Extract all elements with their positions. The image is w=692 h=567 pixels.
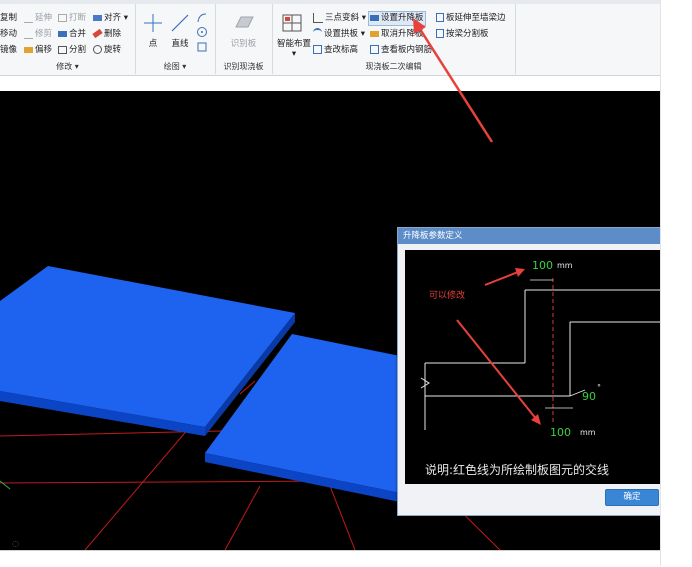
offset-icon <box>24 46 33 53</box>
grid-line <box>329 485 356 550</box>
identify-group-label: 识别现浇板 <box>223 62 264 71</box>
rebar-icon <box>370 45 379 54</box>
circle-icon[interactable] <box>196 26 208 38</box>
elevation-icon <box>313 45 322 54</box>
align-button[interactable]: 对齐 ▾ <box>93 12 128 25</box>
draw-group-label[interactable]: 绘图 ▾ <box>135 61 215 72</box>
parameter-diagram-drawing <box>420 268 668 430</box>
cancel-raise-icon <box>370 30 379 37</box>
annotation-arrowhead <box>515 268 525 277</box>
ok-button[interactable]: 确定 <box>605 489 659 506</box>
modify-group-label[interactable]: 修改 ▾ <box>0 61 135 72</box>
modify-group: 复制 延伸 打断 对齐 ▾ 移动 修剪 合并 删除 镜像 偏移 分割 旋转 修改… <box>0 4 136 74</box>
extend-slab-icon <box>436 13 444 22</box>
set-arch-slab-button[interactable]: 设置拱板 ▾ <box>313 28 365 41</box>
rotate-button[interactable]: 旋转 <box>93 44 121 57</box>
identify-slab-icon <box>235 16 254 28</box>
top-offset-value: 100 <box>532 259 553 272</box>
grid-line <box>84 420 196 550</box>
point-button[interactable]: 点 <box>143 37 163 49</box>
draw-group: 点 直线 绘图 ▾ <box>135 4 216 74</box>
status-bar <box>0 550 660 567</box>
eraser-icon <box>92 28 103 39</box>
split-slab-icon <box>436 29 444 38</box>
cancel-raised-lowered-slab-button[interactable]: 取消升降板 <box>370 28 424 41</box>
line-button[interactable]: 直线 <box>167 37 193 49</box>
slope-icon <box>313 12 323 23</box>
viewcube-glyph: ◌ <box>12 539 19 548</box>
slab-parameter-dialog: 升降板参数定义 100 mm 可以修改 90 ° 100 mm 说明:红色线为所… <box>397 227 669 516</box>
extend-icon <box>24 13 33 23</box>
arch-icon <box>313 28 322 39</box>
top-offset-unit: mm <box>557 261 573 270</box>
mirror-button[interactable]: 镜像 <box>0 44 17 57</box>
dialog-title: 升降板参数定义 <box>398 228 668 244</box>
angle-value: 90 <box>582 390 596 403</box>
extend-slab-to-wall-beam-button[interactable]: 板延伸至墙梁边 <box>436 12 506 25</box>
identify-group: 识别板 识别现浇板 <box>215 4 273 74</box>
delete-button[interactable]: 删除 <box>92 28 121 41</box>
merge-icon <box>58 30 67 37</box>
offset-button[interactable]: 偏移 <box>24 44 52 57</box>
angle-unit: ° <box>597 383 601 392</box>
split-icon <box>58 45 67 54</box>
trim-icon <box>24 29 33 39</box>
dialog-description: 说明:红色线为所绘制板图元的交线 <box>425 463 610 477</box>
break-button[interactable]: 打断 <box>58 12 86 25</box>
bottom-offset-unit: mm <box>580 428 596 437</box>
rectangle-icon[interactable] <box>196 41 208 53</box>
smart-layout-icon <box>282 14 302 32</box>
bottom-offset-value: 100 <box>550 426 571 439</box>
merge-button[interactable]: 合并 <box>58 28 86 41</box>
editable-annotation: 可以修改 <box>429 291 466 301</box>
split-slab-by-beam-button[interactable]: 按梁分割板 <box>436 28 489 41</box>
view-slab-rebar-button[interactable]: 查看板内钢筋 <box>370 44 432 57</box>
extend-button[interactable]: 延伸 <box>24 12 52 25</box>
right-margin <box>660 0 692 566</box>
ribbon: 复制 延伸 打断 对齐 ▾ 移动 修剪 合并 删除 镜像 偏移 分割 旋转 修改… <box>0 0 660 76</box>
parameter-diagram: 100 mm 可以修改 90 ° 100 mm 说明:红色线为所绘制板图元的交线 <box>405 250 668 484</box>
ribbon-gap <box>0 76 660 91</box>
arc-icon[interactable] <box>196 12 208 24</box>
align-icon <box>93 14 102 21</box>
grid-line <box>224 485 261 550</box>
break-icon <box>58 13 67 22</box>
rotate-icon <box>93 45 102 54</box>
identify-slab-button[interactable]: 识别板 <box>217 37 270 49</box>
three-point-slope-button[interactable]: 三点变斜 ▾ <box>313 12 366 25</box>
secondary-edit-group-label: 现浇板二次编辑 <box>365 62 422 71</box>
line-icon <box>171 14 189 32</box>
split-button[interactable]: 分割 <box>58 44 86 57</box>
point-icon <box>144 14 162 32</box>
trim-button[interactable]: 修剪 <box>24 28 52 41</box>
copy-button[interactable]: 复制 <box>0 12 17 25</box>
secondary-edit-group: 智能布置 ▾ 三点变斜 ▾ 设置升降板 板延伸至墙梁边 设置拱板 ▾ 取消升降板 … <box>272 4 516 74</box>
check-elevation-button[interactable]: 查改标高 <box>313 44 358 57</box>
set-raised-lowered-slab-button[interactable]: 设置升降板 <box>368 11 426 26</box>
move-button[interactable]: 移动 <box>0 28 17 41</box>
axis-line <box>0 480 11 490</box>
smart-layout-button[interactable]: 智能布置 ▾ <box>274 37 314 59</box>
raise-lower-slab-icon <box>370 14 379 21</box>
